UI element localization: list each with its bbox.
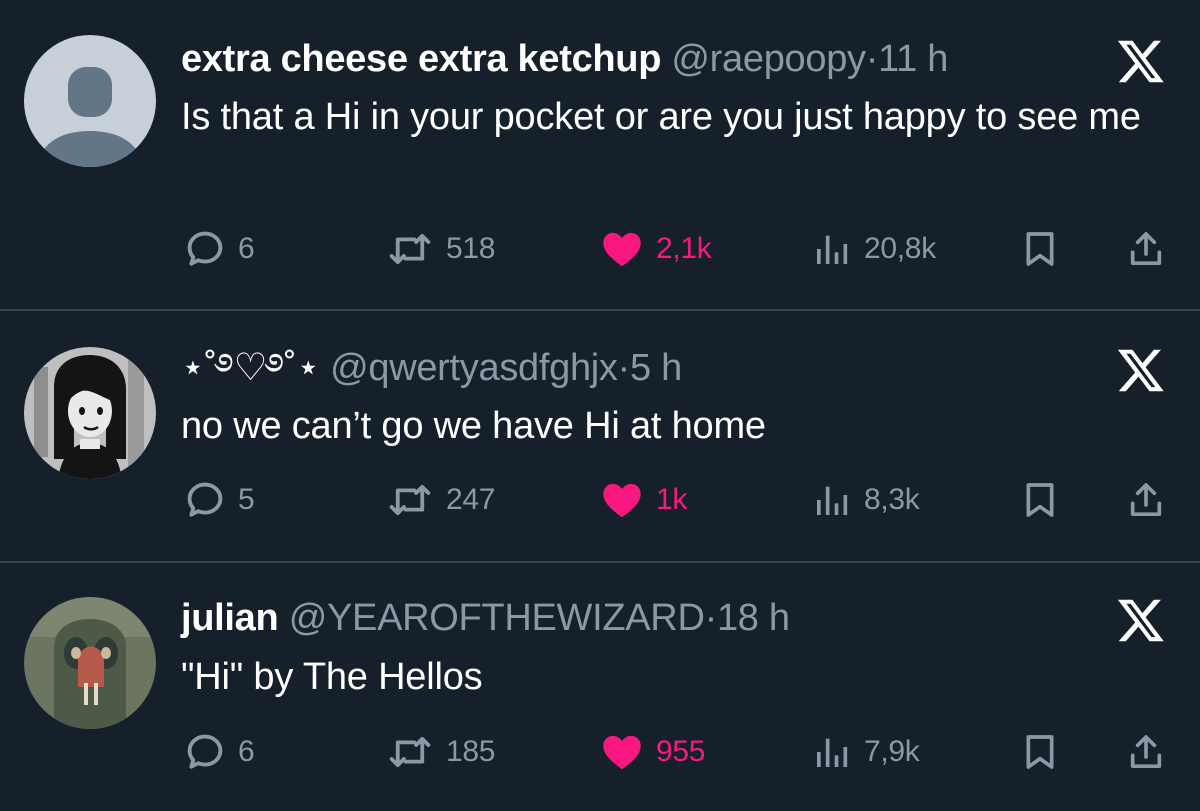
tweet[interactable]: ⋆˚࿔♡࿔˚⋆ @qwertyasdfghjx·5 h no we can’t … (0, 311, 1200, 561)
timestamp[interactable]: 11 h (878, 38, 948, 80)
share-icon (1126, 229, 1166, 269)
views-icon (812, 732, 852, 772)
bookmark-button[interactable] (1020, 224, 1060, 274)
timestamp[interactable]: 18 h (717, 597, 790, 639)
user-handle[interactable]: @qwertyasdfghjx (330, 347, 618, 389)
like-icon (600, 227, 644, 271)
user-handle[interactable]: @YEAROFTHEWIZARD (289, 597, 705, 639)
x-logo-icon (1115, 36, 1167, 86)
bookmark-icon (1020, 229, 1060, 269)
action-bar: 5 247 1k 8,3k (0, 475, 1200, 525)
action-bar: 6 518 2,1k 20,8k (0, 224, 1200, 274)
display-name[interactable]: ⋆˚࿔♡࿔˚⋆ (181, 347, 320, 389)
tweet-header: extra cheese extra ketchup @raepoopy·11 … (181, 36, 1090, 82)
reply-count: 5 (238, 483, 255, 516)
reply-icon (184, 228, 226, 270)
like-icon (600, 730, 644, 774)
reply-button[interactable]: 5 (184, 475, 255, 525)
retweet-icon (386, 479, 434, 521)
bookmark-icon (1020, 732, 1060, 772)
x-logo-icon (1115, 595, 1167, 645)
share-icon (1126, 480, 1166, 520)
mask-painting-avatar-icon (24, 597, 156, 729)
dot-separator: · (865, 38, 879, 80)
retweet-button[interactable]: 185 (386, 727, 495, 777)
tweet-text: "Hi" by The Hellos (181, 656, 483, 698)
avatar[interactable] (24, 597, 156, 729)
tweet-text: Is that a Hi in your pocket or are you j… (181, 96, 1141, 138)
share-button[interactable] (1126, 475, 1166, 525)
views-button[interactable]: 20,8k (812, 224, 936, 274)
reply-icon (184, 731, 226, 773)
like-count: 2,1k (656, 232, 712, 265)
bookmark-icon (1020, 480, 1060, 520)
reply-count: 6 (238, 735, 255, 768)
view-count: 8,3k (864, 483, 920, 516)
dot-separator: · (704, 597, 718, 639)
avatar[interactable] (24, 35, 156, 167)
views-button[interactable]: 7,9k (812, 727, 920, 777)
tweet[interactable]: julian @YEAROFTHEWIZARD·18 h "Hi" by The… (0, 563, 1200, 811)
dot-separator: · (617, 347, 631, 389)
reply-button[interactable]: 6 (184, 224, 255, 274)
view-count: 20,8k (864, 232, 936, 265)
tweet-header: ⋆˚࿔♡࿔˚⋆ @qwertyasdfghjx·5 h (181, 345, 1090, 391)
avatar[interactable] (24, 347, 156, 479)
cartoon-girl-avatar-icon (24, 347, 156, 479)
tweet[interactable]: extra cheese extra ketchup @raepoopy·11 … (0, 0, 1200, 309)
like-count: 955 (656, 735, 706, 768)
default-avatar-icon (24, 35, 156, 167)
retweet-icon (386, 731, 434, 773)
like-count: 1k (656, 483, 688, 516)
retweet-count: 185 (446, 735, 496, 768)
action-bar: 6 185 955 7,9k (0, 727, 1200, 777)
retweet-count: 247 (446, 483, 496, 516)
share-button[interactable] (1126, 224, 1166, 274)
share-button[interactable] (1126, 727, 1166, 777)
bookmark-button[interactable] (1020, 475, 1060, 525)
retweet-button[interactable]: 518 (386, 224, 495, 274)
share-icon (1126, 732, 1166, 772)
x-logo-icon (1115, 345, 1167, 395)
reply-icon (184, 479, 226, 521)
like-button[interactable]: 1k (600, 475, 687, 525)
retweet-icon (386, 228, 434, 270)
reply-button[interactable]: 6 (184, 727, 255, 777)
tweet-feed: extra cheese extra ketchup @raepoopy·11 … (0, 0, 1200, 811)
reply-count: 6 (238, 232, 255, 265)
view-count: 7,9k (864, 735, 920, 768)
bookmark-button[interactable] (1020, 727, 1060, 777)
like-icon (600, 478, 644, 522)
views-icon (812, 480, 852, 520)
views-icon (812, 229, 852, 269)
timestamp[interactable]: 5 h (630, 347, 682, 389)
user-handle[interactable]: @raepoopy (671, 38, 866, 80)
display-name[interactable]: julian (181, 597, 279, 639)
like-button[interactable]: 955 (600, 727, 705, 777)
retweet-count: 518 (446, 232, 496, 265)
like-button[interactable]: 2,1k (600, 224, 712, 274)
retweet-button[interactable]: 247 (386, 475, 495, 525)
tweet-header: julian @YEAROFTHEWIZARD·18 h (181, 595, 1090, 641)
display-name[interactable]: extra cheese extra ketchup (181, 38, 661, 80)
views-button[interactable]: 8,3k (812, 475, 920, 525)
tweet-text: no we can’t go we have Hi at home (181, 405, 766, 447)
